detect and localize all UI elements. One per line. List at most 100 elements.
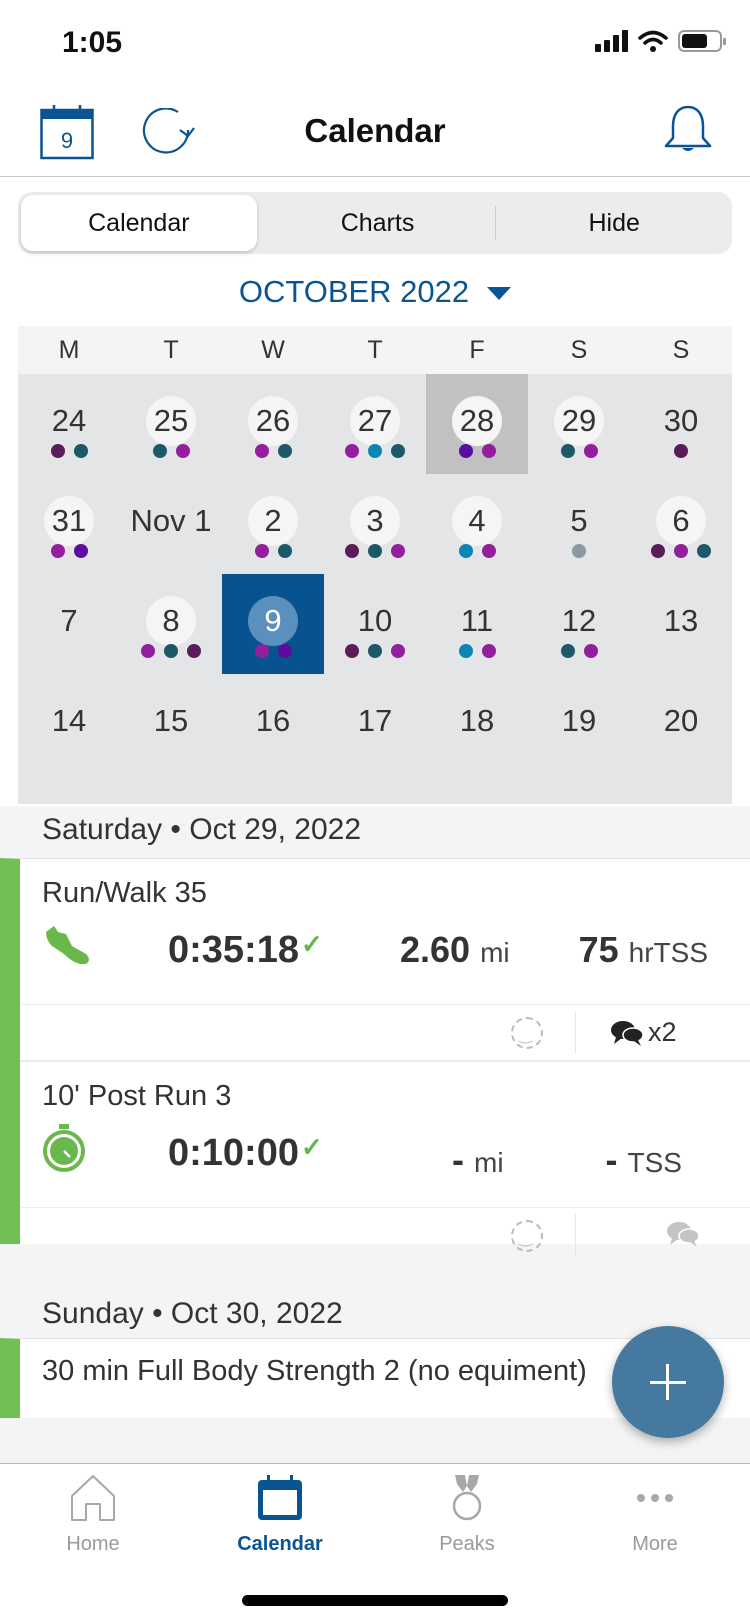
workout-dots xyxy=(120,644,222,658)
workout-dot xyxy=(50,444,65,458)
calendar-day[interactable]: 8 xyxy=(120,574,222,674)
calendar-day[interactable]: 10 xyxy=(324,574,426,674)
calendar-day[interactable]: 5 xyxy=(528,474,630,574)
workout-dots xyxy=(630,544,732,558)
run-shoe-icon xyxy=(46,926,89,964)
tab-calendar[interactable]: Calendar xyxy=(215,1474,345,1556)
calendar-day[interactable]: 24 xyxy=(18,374,120,474)
workout-dots xyxy=(324,544,426,558)
calendar-week: 7 8 9 10 11 12 13 xyxy=(18,574,732,674)
day-number: 29 xyxy=(554,396,604,446)
calendar-day[interactable]: 14 xyxy=(18,674,120,774)
workout-dot xyxy=(152,444,167,458)
calendar-day[interactable]: 19 xyxy=(528,674,630,774)
tab-home[interactable]: Home xyxy=(28,1474,158,1556)
calendar-day-selected[interactable]: 9 xyxy=(222,574,324,674)
workout-dots xyxy=(18,544,120,558)
segment-calendar[interactable]: Calendar xyxy=(21,195,257,251)
workout-dot xyxy=(481,644,496,658)
workout-dot xyxy=(141,644,155,658)
workout-dot xyxy=(572,544,586,558)
calendar-day[interactable]: 15 xyxy=(120,674,222,774)
workout-tss: - TSS xyxy=(606,1139,682,1181)
day-number: 13 xyxy=(663,603,699,638)
segment-charts[interactable]: Charts xyxy=(260,192,496,254)
day-number: 6 xyxy=(656,496,706,546)
calendar-day[interactable]: 25 xyxy=(120,374,222,474)
tab-label: Peaks xyxy=(439,1533,495,1555)
more-icon xyxy=(637,1494,673,1502)
workout-dots xyxy=(528,444,630,458)
workout-card[interactable]: Run/Walk 35 0:35:18✓ 2.60 mi 75 hrTSS ‿ … xyxy=(20,859,750,1060)
calendar-day[interactable]: 16 xyxy=(222,674,324,774)
month-selector[interactable]: OCTOBER 2022 xyxy=(0,274,750,310)
status-time: 1:05 xyxy=(62,26,123,59)
day-number: 28 xyxy=(452,396,502,446)
calendar-day[interactable]: 29 xyxy=(528,374,630,474)
calendar-day[interactable]: 17 xyxy=(324,674,426,774)
calendar-day[interactable]: 2 xyxy=(222,474,324,574)
calendar-day[interactable]: 11 xyxy=(426,574,528,674)
workout-dot xyxy=(73,544,88,558)
distance-unit: mi xyxy=(474,1147,504,1178)
calendar-day[interactable]: 12 xyxy=(528,574,630,674)
day-number: 4 xyxy=(452,496,502,546)
workout-dot xyxy=(187,644,201,658)
comments-button[interactable] xyxy=(666,1220,700,1248)
workout-dots xyxy=(528,644,630,658)
calendar-day[interactable]: 13 xyxy=(630,574,732,674)
tss-unit: TSS xyxy=(627,1147,682,1178)
workout-dots xyxy=(324,444,426,458)
medal-icon xyxy=(452,1475,482,1521)
calendar-day[interactable]: 20 xyxy=(630,674,732,774)
workout-dots xyxy=(426,544,528,558)
weekday-label: W xyxy=(261,336,285,364)
signal-icon xyxy=(595,30,628,52)
month-label: OCTOBER 2022 xyxy=(238,274,470,309)
distance-value: 2.60 xyxy=(400,929,471,970)
tab-peaks[interactable]: Peaks xyxy=(402,1474,532,1556)
calendar-day[interactable]: 30 xyxy=(630,374,732,474)
workout-dot xyxy=(277,544,292,558)
workout-dot xyxy=(175,444,190,458)
workout-dot xyxy=(583,644,598,658)
workout-dot xyxy=(254,544,269,558)
completed-check-icon: ✓ xyxy=(300,928,323,959)
day-number: 18 xyxy=(459,703,495,738)
workout-duration: 0:35:18✓ xyxy=(168,929,323,972)
page-title: Calendar xyxy=(304,112,446,149)
workout-dots xyxy=(630,444,732,458)
calendar-day[interactable]: 27 xyxy=(324,374,426,474)
footer-divider xyxy=(575,1011,576,1054)
comments-button[interactable]: x2 xyxy=(610,1017,677,1048)
weekday-label: S xyxy=(672,336,690,364)
workout-dots xyxy=(18,444,120,458)
weekday-label: T xyxy=(163,336,179,364)
calendar-day[interactable]: 6 xyxy=(630,474,732,574)
day-number: 16 xyxy=(255,703,291,738)
tab-more[interactable]: More xyxy=(590,1474,720,1556)
calendar-day[interactable]: 4 xyxy=(426,474,528,574)
calendar-day[interactable]: 26 xyxy=(222,374,324,474)
day-number: 31 xyxy=(44,496,94,546)
calendar-day[interactable]: 3 xyxy=(324,474,426,574)
workout-dot xyxy=(481,544,496,558)
calendar-day[interactable]: 31 xyxy=(18,474,120,574)
feel-smiley-icon[interactable] xyxy=(511,1220,543,1252)
workout-dot xyxy=(560,644,575,658)
day-number: 26 xyxy=(248,396,298,446)
calendar-day[interactable]: 7 xyxy=(18,574,120,674)
calendar-day-today[interactable]: 28 xyxy=(426,374,528,474)
calendar-day[interactable]: Nov 1 xyxy=(120,474,222,574)
workout-card[interactable]: 10' Post Run 3 0:10:00✓ - mi - TSS xyxy=(20,1060,750,1263)
day-number: 11 xyxy=(460,603,494,638)
feel-smiley-icon[interactable] xyxy=(511,1017,543,1049)
day-number: 15 xyxy=(153,703,189,738)
calendar-day[interactable]: 18 xyxy=(426,674,528,774)
workout-dot xyxy=(164,644,178,658)
add-workout-button[interactable] xyxy=(612,1326,724,1438)
notifications-button[interactable] xyxy=(662,104,714,161)
workout-dot xyxy=(277,444,292,458)
app-header: 9 Calendar xyxy=(0,90,750,177)
segment-hide[interactable]: Hide xyxy=(496,192,732,254)
